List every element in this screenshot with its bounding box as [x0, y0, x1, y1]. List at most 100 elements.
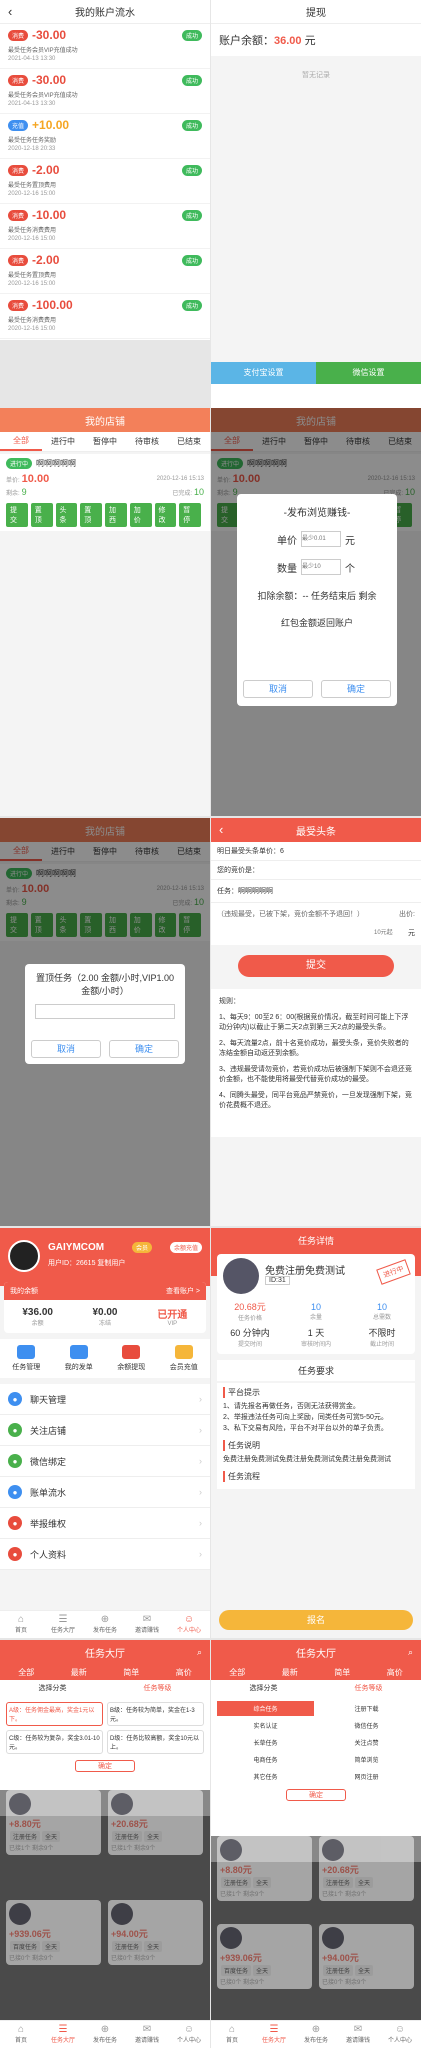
cancel-button[interactable]: 取消	[31, 1040, 101, 1058]
search-icon[interactable]: ⌕	[408, 1647, 413, 1658]
level-option[interactable]: A级：任务佣金最高，奖金1元以下。	[6, 1702, 103, 1727]
view-account-link[interactable]: 查看账户 >	[166, 1286, 200, 1296]
menu-item[interactable]: ● 举报维权 ›	[0, 1508, 210, 1539]
grid-item[interactable]: 我的发单	[53, 1345, 106, 1372]
tabbar-item[interactable]: ✉ 邀请赚钱	[126, 2021, 168, 2048]
tabbar-icon: ☺	[394, 2024, 406, 2035]
alipay-settings-button[interactable]: 支付宝设置	[211, 362, 316, 384]
task-name: 任务：啊啊啊啊啊	[211, 880, 421, 903]
task-card[interactable]: +20.68元 注册任务 全天 已接1个 剩余9个	[319, 1836, 414, 1901]
confirm-button[interactable]: 确定	[109, 1040, 179, 1058]
tab-1[interactable]: 进行中	[42, 436, 84, 447]
tabbar-item[interactable]: ⌂ 首页	[0, 2021, 42, 2048]
menu-item[interactable]: ● 账单流水 ›	[0, 1477, 210, 1508]
level-option[interactable]: D级：任务比较高额，奖金10元以上。	[107, 1730, 204, 1755]
action-button[interactable]: 头条	[55, 503, 78, 527]
task-card[interactable]: +8.80元 注册任务 全天 已接1个 剩余9个	[6, 1790, 101, 1855]
level-option[interactable]: B级：任务较为简单，奖金在1-3元。	[107, 1702, 204, 1727]
page-title: 任务详情	[297, 1236, 334, 1246]
tabbar-item[interactable]: ⊕ 发布任务	[84, 1611, 126, 1638]
hall-tab[interactable]: 高价	[369, 1667, 421, 1678]
recharge-button[interactable]: 余额充值	[169, 1242, 202, 1253]
task-card[interactable]: +939.06元 百度任务 全天 已接0个 剩余9个	[217, 1924, 312, 1989]
tabbar-item[interactable]: ☺ 个人中心	[168, 1611, 210, 1638]
filter-level[interactable]: 任务等级	[105, 1683, 210, 1693]
tabbar-item[interactable]: ☰ 任务大厅	[42, 1611, 84, 1638]
task-detail-panel: 任务详情 免费注册免费测试 ID:31 进行中 20.68元 任务价格 10 余量 10…	[211, 1228, 421, 1638]
task-card[interactable]: +939.06元 百度任务 全天 已接0个 剩余9个	[6, 1900, 101, 1965]
category-option[interactable]: 电商任务	[217, 1752, 314, 1767]
tab-2[interactable]: 暂停中	[84, 436, 126, 447]
hall-tab[interactable]: 简单	[105, 1667, 158, 1678]
cancel-button[interactable]: 取消	[243, 680, 313, 698]
hall-tab[interactable]: 简单	[316, 1667, 369, 1678]
category-option[interactable]: 实名认证	[217, 1718, 314, 1733]
tabbar-item[interactable]: ☺ 个人中心	[379, 2021, 421, 2048]
category-option[interactable]: 网页注册	[318, 1769, 415, 1784]
avatar[interactable]	[8, 1240, 40, 1272]
action-button[interactable]: 暂停	[179, 503, 201, 527]
filter-category[interactable]: 选择分类	[0, 1683, 105, 1693]
tabbar-item[interactable]: ✉ 邀请赚钱	[337, 2021, 379, 2048]
price-input[interactable]	[301, 531, 341, 547]
menu-item[interactable]: ● 微信绑定 ›	[0, 1446, 210, 1477]
hall-tab[interactable]: 最新	[264, 1667, 317, 1678]
bid-input[interactable]	[374, 927, 408, 939]
record-type-badge: 消费	[8, 209, 29, 221]
wechat-settings-button[interactable]: 微信设置	[316, 362, 421, 384]
hall-tab[interactable]: 全部	[0, 1667, 53, 1678]
balance-unit: 元	[304, 35, 316, 47]
menu-item[interactable]: ● 关注店铺 ›	[0, 1415, 210, 1446]
task-card[interactable]: +20.68元 注册任务 全天 已接1个 剩余9个	[108, 1790, 203, 1855]
category-option[interactable]: 综合任务	[217, 1701, 314, 1716]
grid-item[interactable]: 会员充值	[158, 1345, 211, 1372]
filter-category[interactable]: 选择分类	[211, 1683, 316, 1693]
action-button[interactable]: 提交	[6, 503, 28, 527]
confirm-button[interactable]: 确定	[75, 1760, 135, 1773]
category-option[interactable]: 注册下载	[318, 1701, 415, 1716]
tabbar-item[interactable]: ☰ 任务大厅	[253, 2021, 295, 2048]
tabbar-item[interactable]: ☺ 个人中心	[168, 2021, 210, 2048]
tabbar-item[interactable]: ⊕ 发布任务	[295, 2021, 337, 2048]
tabbar-item[interactable]: ☰ 任务大厅	[42, 2021, 84, 2048]
action-button[interactable]: 置顶	[80, 503, 102, 527]
qty-input[interactable]	[301, 559, 341, 575]
grid-item[interactable]: 余额提现	[105, 1345, 158, 1372]
filter-level[interactable]: 任务等级	[316, 1683, 421, 1693]
tab-4[interactable]: 已结束	[168, 436, 210, 447]
task-card[interactable]: +94.00元 注册任务 全天 已接0个 剩余9个	[319, 1924, 414, 1989]
submit-button[interactable]: 提交	[238, 955, 394, 977]
category-option[interactable]: 简单浏览	[318, 1752, 415, 1767]
back-arrow-icon[interactable]: ‹	[8, 4, 12, 19]
tabbar-item[interactable]: ⌂ 首页	[0, 1611, 42, 1638]
category-option[interactable]: 微信任务	[318, 1718, 415, 1733]
level-option[interactable]: C级：任务较为复杂，奖金3.01-10元。	[6, 1730, 103, 1755]
hours-input[interactable]	[35, 1004, 175, 1019]
tab-3[interactable]: 待审核	[126, 436, 168, 447]
confirm-button[interactable]: 确定	[286, 1789, 346, 1801]
tabbar-item[interactable]: ✉ 邀请赚钱	[126, 1611, 168, 1638]
category-option[interactable]: 关注点赞	[318, 1735, 415, 1750]
hall-tab[interactable]: 最新	[53, 1667, 106, 1678]
action-button[interactable]: 加西	[105, 503, 127, 527]
tabbar-item[interactable]: ⌂ 首页	[211, 2021, 253, 2048]
task-card[interactable]: +8.80元 注册任务 全天 已接1个 剩余9个	[217, 1836, 312, 1901]
hall-tab[interactable]: 高价	[158, 1667, 211, 1678]
category-option[interactable]: 其它任务	[217, 1769, 314, 1784]
apply-button[interactable]: 报名	[219, 1610, 413, 1630]
task-card[interactable]: +94.00元 注册任务 全天 已接0个 剩余9个	[108, 1900, 203, 1965]
action-button[interactable]: 加价	[129, 503, 152, 527]
action-button[interactable]: 修改	[154, 503, 177, 527]
tabbar-item[interactable]: ⊕ 发布任务	[84, 2021, 126, 2048]
hall-tab[interactable]: 全部	[211, 1667, 264, 1678]
action-button[interactable]: 置顶	[30, 503, 53, 527]
back-arrow-icon[interactable]: ‹	[219, 822, 223, 837]
confirm-button[interactable]: 确定	[321, 680, 391, 698]
menu-item[interactable]: ● 个人资料 ›	[0, 1539, 210, 1570]
category-option[interactable]: 长草任务	[217, 1735, 314, 1750]
grid-item[interactable]: 任务管理	[0, 1345, 53, 1372]
balance-stat: ¥0.00 冻结	[71, 1307, 138, 1327]
search-icon[interactable]: ⌕	[197, 1647, 202, 1658]
tab-0[interactable]: 全部	[0, 433, 42, 451]
menu-item[interactable]: ● 聊天管理 ›	[0, 1384, 210, 1415]
